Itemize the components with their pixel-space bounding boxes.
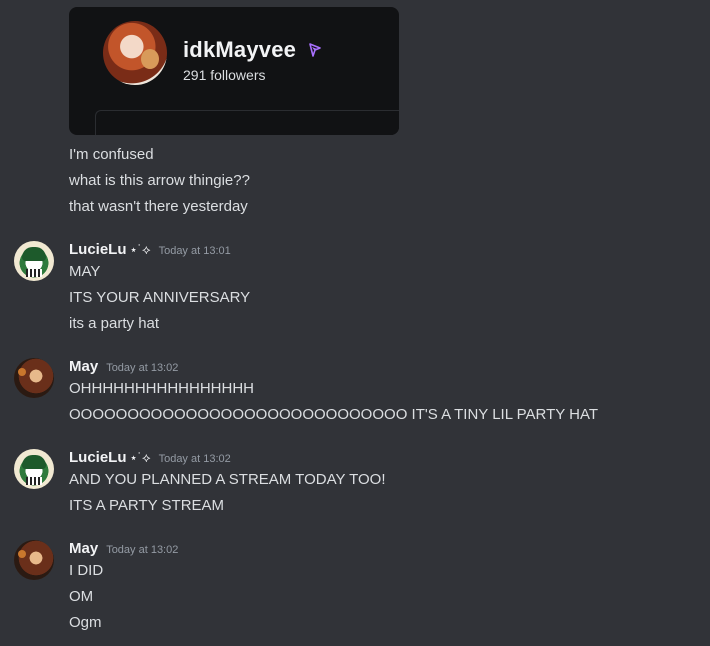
- message-text: ITS A PARTY STREAM: [69, 497, 225, 514]
- message-text: OOOOOOOOOOOOOOOOOOOOOOOOOOOOO IT'S A TIN…: [69, 406, 599, 423]
- timestamp[interactable]: Today at 13:02: [159, 453, 231, 465]
- message-header: LucieLu ⋆˙⟡ Today at 13:01: [69, 240, 231, 261]
- embed-follower-count: 291 followers: [183, 67, 266, 83]
- username[interactable]: LucieLu: [69, 449, 127, 466]
- message-text: that wasn't there yesterday: [69, 198, 248, 215]
- chat-message-list: idkMayvee 291 followers I'm confused wha…: [0, 0, 710, 646]
- embed-preview-panel[interactable]: [95, 110, 399, 135]
- message-text: MAY: [69, 263, 101, 280]
- sparkle-icon: ⋆˙⟡: [129, 450, 151, 465]
- message-header: May Today at 13:02: [69, 357, 178, 378]
- message-text: what is this arrow thingie??: [69, 172, 250, 189]
- message-text: I DID: [69, 562, 104, 579]
- message-header: May Today at 13:02: [69, 539, 178, 560]
- message-text: OHHHHHHHHHHHHHHHH: [69, 380, 254, 397]
- embed-profile-avatar[interactable]: [103, 21, 167, 85]
- avatar[interactable]: [14, 241, 54, 281]
- profile-embed-card[interactable]: idkMayvee 291 followers: [69, 7, 399, 135]
- timestamp[interactable]: Today at 13:01: [159, 245, 231, 257]
- avatar[interactable]: [14, 358, 54, 398]
- message-header: LucieLu ⋆˙⟡ Today at 13:02: [69, 448, 231, 469]
- message-text: ITS YOUR ANNIVERSARY: [69, 289, 251, 306]
- timestamp[interactable]: Today at 13:02: [106, 362, 178, 374]
- embed-profile-name[interactable]: idkMayvee: [183, 37, 296, 63]
- verified-badge-icon: [309, 43, 321, 57]
- sparkle-icon: ⋆˙⟡: [129, 242, 151, 257]
- username[interactable]: May: [69, 540, 98, 557]
- message-text: AND YOU PLANNED A STREAM TODAY TOO!: [69, 471, 386, 488]
- timestamp[interactable]: Today at 13:02: [106, 544, 178, 556]
- username[interactable]: May: [69, 358, 98, 375]
- avatar[interactable]: [14, 449, 54, 489]
- message-text: OM: [69, 588, 94, 605]
- username[interactable]: LucieLu: [69, 241, 127, 258]
- message-text: I'm confused: [69, 146, 154, 163]
- avatar[interactable]: [14, 540, 54, 580]
- message-text: Ogm: [69, 614, 102, 631]
- message-text: its a party hat: [69, 315, 160, 332]
